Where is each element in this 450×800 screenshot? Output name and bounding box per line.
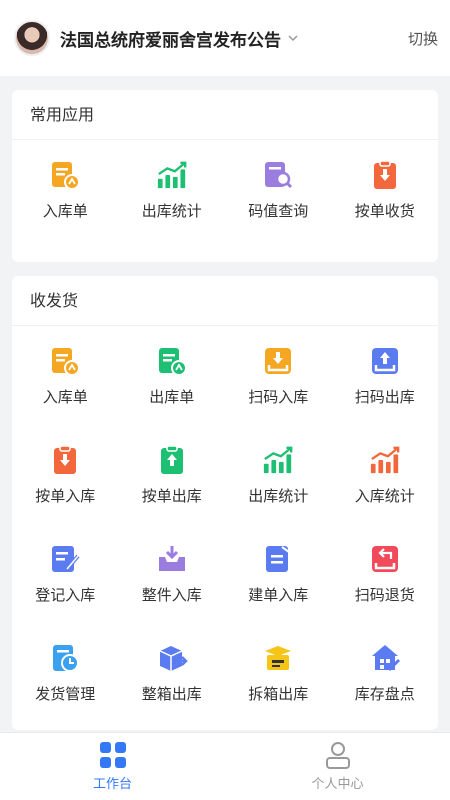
switch-button[interactable]: 切换	[408, 28, 438, 49]
app-tile-shipping-manage[interactable]: 发货管理	[12, 623, 119, 722]
app-tile-box-out[interactable]: 整箱出库	[119, 623, 226, 722]
common-apps-card: 常用应用 入库单 出库统计 码值查询 按单收货	[12, 90, 438, 262]
bar-chart-icon	[262, 444, 294, 476]
app-tile-label: 整箱出库	[141, 684, 202, 703]
org-name: 法国总统府爱丽舍宫发布公告	[60, 30, 281, 51]
app-tile-bar-chart[interactable]: 入库统计	[332, 425, 439, 524]
user-icon	[325, 742, 350, 769]
app-tile-label: 发货管理	[35, 684, 96, 703]
shipping-grid: 入库单 出库单 扫码入库 扫码出库 按单入库 按单出库 出库统计 入库统计 登记…	[12, 326, 438, 722]
app-tile-label: 出库统计	[248, 486, 309, 505]
app-tile-label: 入库单	[42, 201, 88, 220]
section-title: 常用应用	[12, 90, 438, 140]
app-tile-label: 出库单	[149, 387, 195, 406]
app-tile-label: 扫码入库	[248, 387, 309, 406]
app-tile-label: 出库统计	[141, 201, 202, 220]
app-tile-scan-return[interactable]: 扫码退货	[332, 524, 439, 623]
avatar[interactable]	[14, 20, 50, 56]
app-tile-scan-out[interactable]: 扫码出库	[332, 326, 439, 425]
bar-chart-icon	[369, 444, 401, 476]
bottom-tabbar: 工作台 个人中心	[0, 732, 450, 800]
clipboard-down-icon	[369, 159, 401, 191]
app-header: 法国总统府爱丽舍宫发布公告 切换	[0, 0, 450, 76]
app-tile-label: 库存盘点	[354, 684, 415, 703]
app-tile-inventory[interactable]: 库存盘点	[332, 623, 439, 722]
shipping-manage-icon	[49, 642, 81, 674]
tab-label: 个人中心	[311, 777, 364, 792]
clipboard-up-icon	[156, 444, 188, 476]
scan-in-icon	[262, 345, 294, 377]
section-title: 收发货	[12, 276, 438, 326]
app-tile-label: 登记入库	[35, 585, 96, 604]
app-tile-label: 码值查询	[248, 201, 309, 220]
inbound-doc-icon	[49, 159, 81, 191]
app-tile-label: 扫码退货	[354, 585, 415, 604]
app-tile-outbound-doc[interactable]: 出库单	[119, 326, 226, 425]
app-tile-bar-chart[interactable]: 出库统计	[225, 425, 332, 524]
tab-label: 工作台	[92, 777, 132, 792]
unbox-icon	[262, 642, 294, 674]
app-tile-label: 入库单	[42, 387, 88, 406]
app-tile-code-search[interactable]: 码值查询	[225, 140, 332, 239]
app-tile-create-doc[interactable]: 建单入库	[225, 524, 332, 623]
inbound-doc-icon	[49, 345, 81, 377]
app-tile-unbox[interactable]: 拆箱出库	[225, 623, 332, 722]
app-tile-bar-chart[interactable]: 出库统计	[119, 140, 226, 239]
clipboard-down-icon	[49, 444, 81, 476]
app-tile-inbound-doc[interactable]: 入库单	[12, 326, 119, 425]
app-tile-label: 建单入库	[248, 585, 309, 604]
app-tile-label: 按单收货	[354, 201, 415, 220]
tab-profile[interactable]: 个人中心	[225, 733, 450, 800]
app-tile-label: 拆箱出库	[248, 684, 309, 703]
shipping-card: 收发货 入库单 出库单 扫码入库 扫码出库 按单入库 按单出库 出库统计 入库统…	[12, 276, 438, 730]
box-in-icon	[156, 543, 188, 575]
app-tile-clipboard-down[interactable]: 按单入库	[12, 425, 119, 524]
register-icon	[49, 543, 81, 575]
scan-out-icon	[369, 345, 401, 377]
app-tile-label: 整件入库	[141, 585, 202, 604]
app-tile-label: 按单入库	[35, 486, 96, 505]
app-tile-inbound-doc[interactable]: 入库单	[12, 140, 119, 239]
app-tile-box-in[interactable]: 整件入库	[119, 524, 226, 623]
app-tile-register[interactable]: 登记入库	[12, 524, 119, 623]
code-search-icon	[262, 159, 294, 191]
app-tile-label: 入库统计	[354, 486, 415, 505]
inventory-icon	[369, 642, 401, 674]
app-tile-label: 扫码出库	[354, 387, 415, 406]
chevron-down-icon	[287, 32, 299, 44]
org-selector[interactable]: 法国总统府爱丽舍宫发布公告	[50, 26, 299, 51]
bar-chart-icon	[156, 159, 188, 191]
common-apps-grid: 入库单 出库统计 码值查询 按单收货	[12, 140, 438, 239]
tab-workbench[interactable]: 工作台	[0, 733, 225, 800]
app-tile-scan-in[interactable]: 扫码入库	[225, 326, 332, 425]
create-doc-icon	[262, 543, 294, 575]
app-tile-clipboard-down[interactable]: 按单收货	[332, 140, 439, 239]
scan-return-icon	[369, 543, 401, 575]
app-tile-label: 按单出库	[141, 486, 202, 505]
box-out-icon	[156, 642, 188, 674]
app-tile-clipboard-up[interactable]: 按单出库	[119, 425, 226, 524]
outbound-doc-icon	[156, 345, 188, 377]
grid-icon	[99, 742, 126, 768]
